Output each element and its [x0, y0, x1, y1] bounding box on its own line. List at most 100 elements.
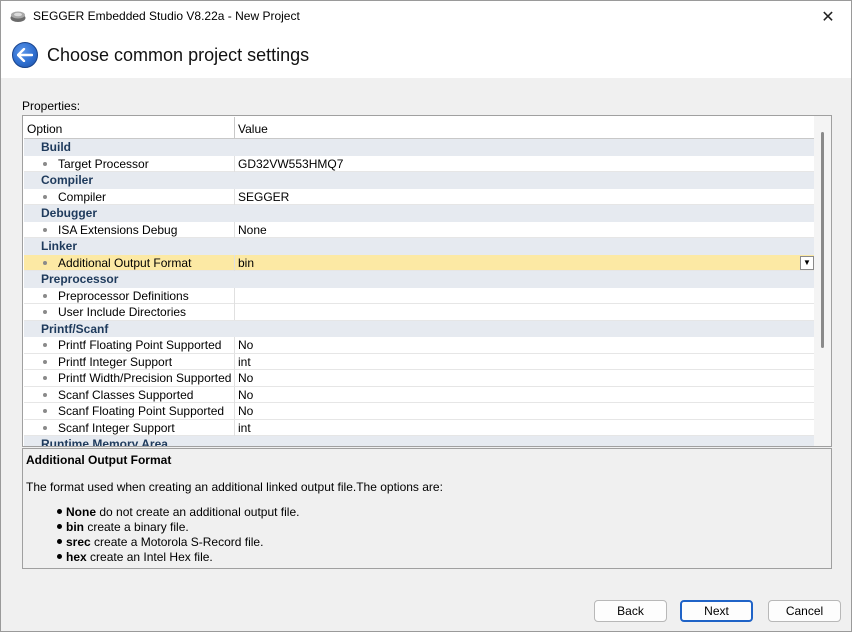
bullet-icon: [43, 260, 47, 265]
close-icon[interactable]: ✕: [805, 1, 851, 32]
chevron-down-icon[interactable]: ▼: [800, 255, 814, 270]
segger-app-icon: [10, 9, 26, 23]
column-divider: [234, 370, 235, 386]
property-value[interactable]: int: [238, 420, 251, 436]
bullet-icon: [57, 509, 62, 515]
bullet-icon: [43, 194, 47, 199]
category-row[interactable]: Runtime Memory Area: [24, 436, 815, 447]
property-option: Scanf Integer Support: [58, 420, 175, 435]
category-row[interactable]: Compiler: [24, 172, 815, 189]
property-row[interactable]: Scanf Classes Supported No: [24, 386, 815, 403]
back-button[interactable]: Back: [594, 600, 667, 622]
next-button[interactable]: Next: [680, 600, 753, 622]
properties-label: Properties:: [22, 99, 81, 113]
description-panel: Additional Output Format The format used…: [22, 448, 832, 569]
option-key: bin: [66, 520, 84, 534]
column-divider: [234, 188, 235, 205]
category-label: Build: [41, 140, 71, 154]
property-row[interactable]: Preprocessor Definitions: [24, 287, 815, 304]
property-row[interactable]: Printf Integer Support int: [24, 353, 815, 370]
description-text: The format used when creating an additio…: [26, 480, 443, 494]
bullet-icon: [57, 539, 62, 545]
column-divider: [234, 386, 235, 403]
description-option: None do not create an additional output …: [57, 505, 299, 520]
property-option: Printf Width/Precision Supported: [58, 371, 232, 385]
column-divider: [234, 337, 235, 353]
property-option: Target Processor: [58, 156, 149, 171]
property-value[interactable]: SEGGER: [238, 189, 289, 205]
bullet-icon: [43, 376, 47, 380]
vertical-scrollbar[interactable]: [814, 116, 831, 446]
property-value[interactable]: None: [238, 222, 267, 238]
grid-header: Option Value: [24, 117, 815, 139]
bullet-icon: [43, 310, 47, 314]
column-divider: [234, 155, 235, 172]
bullet-icon: [43, 409, 47, 413]
category-label: Linker: [41, 239, 78, 253]
option-key: None: [66, 505, 96, 519]
bullet-icon: [43, 343, 47, 347]
bullet-icon: [43, 392, 47, 397]
cancel-button[interactable]: Cancel: [768, 600, 841, 622]
title-bar: SEGGER Embedded Studio V8.22a - New Proj…: [1, 1, 851, 32]
new-project-dialog: SEGGER Embedded Studio V8.22a - New Proj…: [0, 0, 852, 632]
column-divider: [234, 403, 235, 419]
bullet-icon: [43, 293, 47, 298]
column-divider: [234, 304, 235, 320]
column-divider[interactable]: [234, 117, 235, 139]
property-value[interactable]: No: [238, 387, 253, 403]
column-divider: [234, 287, 235, 304]
property-option: Scanf Classes Supported: [58, 387, 194, 402]
bullet-icon: [43, 227, 47, 232]
property-option: Additional Output Format: [58, 255, 192, 270]
bullet-icon: [43, 359, 47, 364]
property-option: User Include Directories: [58, 305, 187, 319]
category-row[interactable]: Build: [24, 139, 815, 156]
category-row[interactable]: Preprocessor: [24, 271, 815, 288]
property-row[interactable]: Compiler SEGGER: [24, 188, 815, 205]
property-option: Printf Floating Point Supported: [58, 338, 222, 352]
column-header-option[interactable]: Option: [27, 122, 62, 136]
description-option: srec create a Motorola S-Record file.: [57, 535, 299, 550]
category-label: Runtime Memory Area: [41, 437, 168, 447]
property-row[interactable]: Printf Floating Point Supported No: [24, 337, 815, 354]
property-option: Printf Integer Support: [58, 354, 173, 369]
property-row[interactable]: Scanf Integer Support int: [24, 419, 815, 436]
category-row[interactable]: Linker: [24, 238, 815, 255]
window-title: SEGGER Embedded Studio V8.22a - New Proj…: [33, 9, 300, 23]
category-row[interactable]: Debugger: [24, 205, 815, 222]
column-divider: [234, 419, 235, 436]
property-value[interactable]: bin: [238, 255, 254, 271]
description-title: Additional Output Format: [26, 453, 172, 467]
column-divider: [234, 254, 235, 271]
property-row[interactable]: Printf Width/Precision Supported No: [24, 370, 815, 387]
property-row[interactable]: Target Processor GD32VW553HMQ7: [24, 155, 815, 172]
property-row[interactable]: ISA Extensions Debug None: [24, 221, 815, 238]
property-row[interactable]: User Include Directories: [24, 304, 815, 321]
property-row[interactable]: Scanf Floating Point Supported No: [24, 403, 815, 420]
property-value[interactable]: No: [238, 370, 253, 386]
option-text: create a Motorola S-Record file.: [90, 535, 264, 549]
column-header-value[interactable]: Value: [238, 122, 268, 136]
back-arrow-icon[interactable]: [12, 42, 38, 68]
description-option: bin create a binary file.: [57, 520, 299, 535]
column-divider: [234, 353, 235, 370]
property-value[interactable]: GD32VW553HMQ7: [238, 156, 343, 172]
description-option: hex create an Intel Hex file.: [57, 550, 299, 565]
category-label: Printf/Scanf: [41, 321, 109, 336]
wizard-header: Choose common project settings: [1, 32, 851, 78]
property-option: Scanf Floating Point Supported: [58, 404, 225, 418]
page-title: Choose common project settings: [47, 45, 310, 65]
scrollbar-thumb[interactable]: [821, 132, 824, 348]
property-value[interactable]: No: [238, 337, 253, 353]
bullet-icon: [57, 524, 62, 530]
category-label: Debugger: [41, 206, 98, 220]
option-key: hex: [66, 550, 87, 564]
property-value[interactable]: No: [238, 403, 253, 419]
grid-rows: Build Target Processor GD32VW553HMQ7 Compil…: [24, 139, 815, 447]
category-row[interactable]: Printf/Scanf: [24, 320, 815, 337]
option-text: create an Intel Hex file.: [86, 550, 213, 564]
property-value[interactable]: int: [238, 354, 251, 370]
property-row[interactable]: Additional Output Format bin ▼: [24, 254, 815, 271]
bullet-icon: [57, 554, 62, 560]
